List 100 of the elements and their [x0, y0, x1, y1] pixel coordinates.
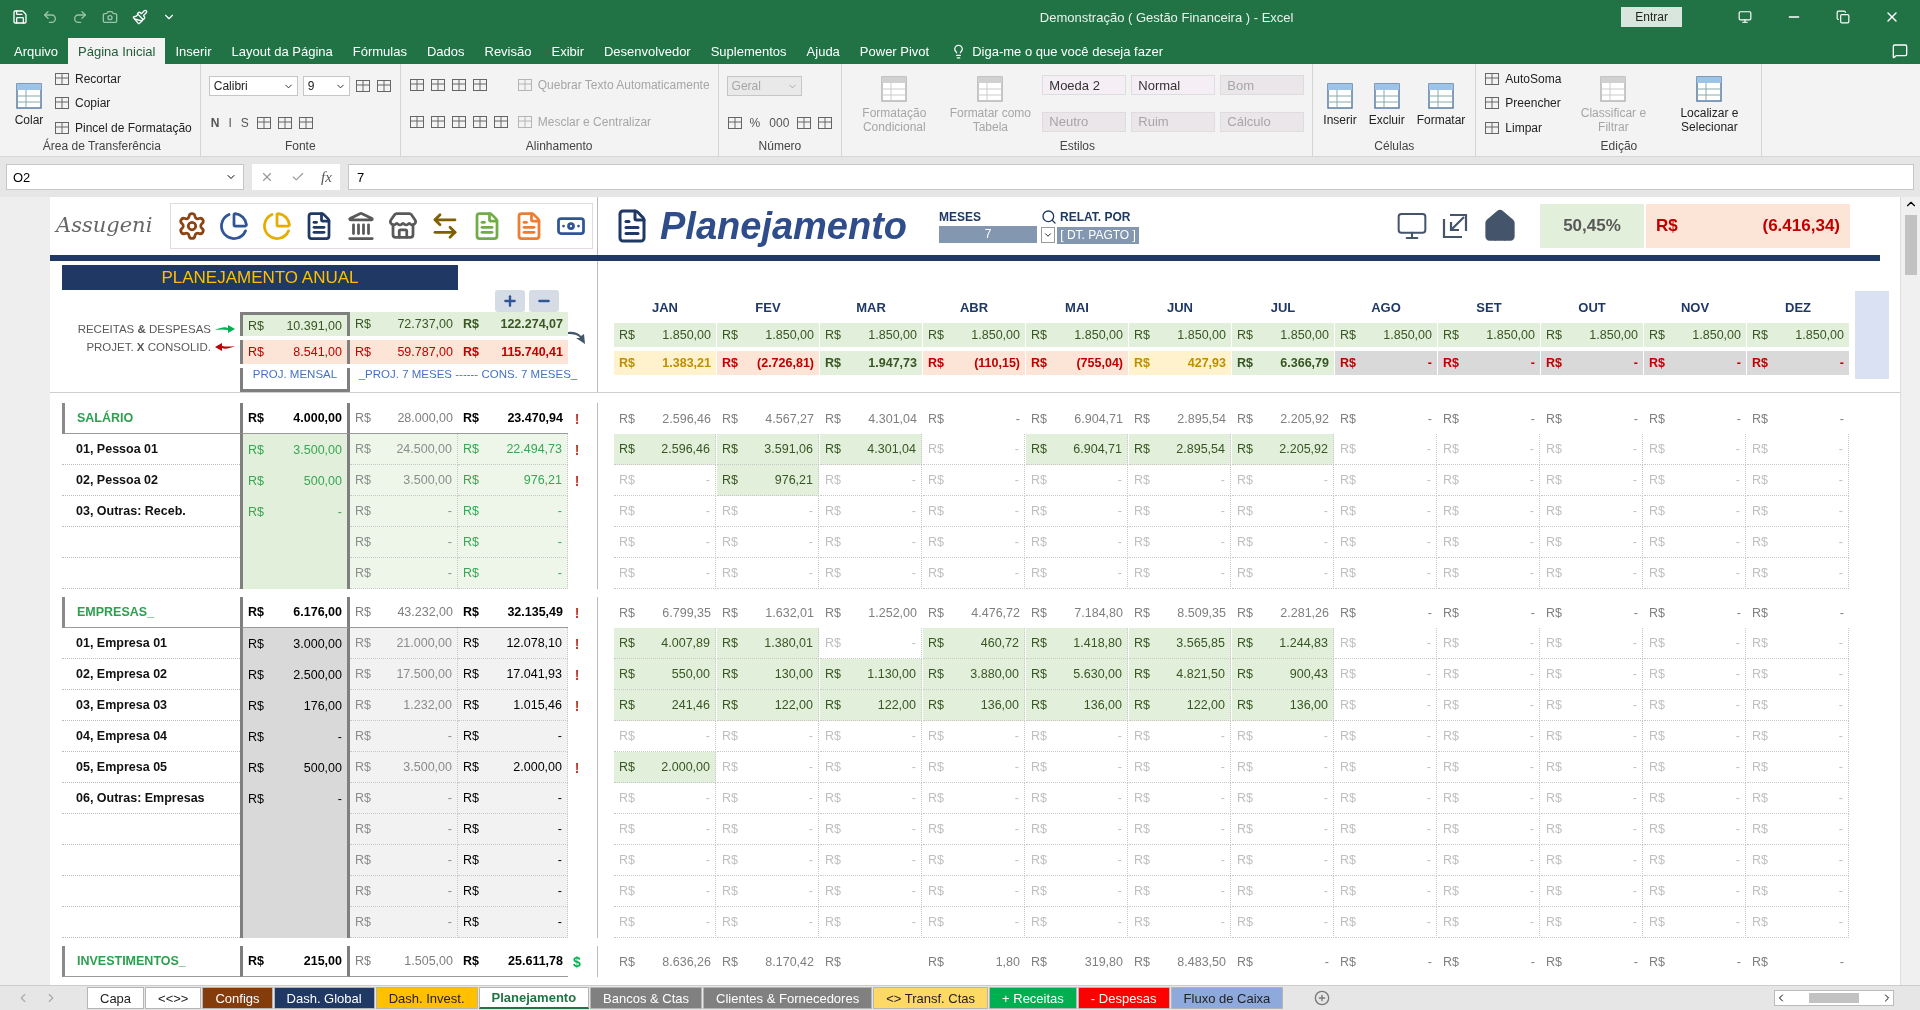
dropdown-button[interactable] [1041, 227, 1056, 243]
format-button[interactable]: N [208, 115, 222, 130]
table-cell: R$ 136,00 [1026, 690, 1128, 721]
dropdown-field[interactable]: 9 [302, 76, 350, 97]
ribbon-button[interactable]: Recortar [54, 71, 121, 88]
format-button[interactable]: % [747, 115, 763, 130]
ribbon-button[interactable]: Formatar [1414, 80, 1468, 127]
table-cell: R$ - [923, 721, 1025, 752]
format-button[interactable]: I [226, 115, 234, 130]
sheet-tab[interactable]: Bancos & Ctas [590, 987, 703, 1009]
formula-field[interactable]: 7 [348, 164, 1914, 190]
ribbon-tab[interactable]: Arquivo [4, 38, 69, 64]
table-cell: R$ - [1747, 527, 1849, 558]
ribbon-tab[interactable]: Dados [416, 38, 475, 64]
table-cell: R$ - [1335, 465, 1437, 496]
grid-icon[interactable] [429, 77, 446, 94]
sheet-tab[interactable]: <> Transf. Ctas [873, 987, 989, 1009]
grid-icon[interactable] [492, 113, 509, 130]
pie-chart-icon[interactable] [219, 211, 250, 241]
ribbon-tab[interactable]: Revisão [474, 38, 542, 64]
grid-icon[interactable] [726, 114, 743, 131]
sheet-tab[interactable]: Dash. Invest. [375, 987, 478, 1009]
sheet-tab[interactable]: <<>> [145, 987, 202, 1009]
add-button[interactable] [495, 290, 525, 312]
bank-icon[interactable] [345, 211, 376, 241]
grid-icon[interactable] [471, 77, 488, 94]
redo-icon[interactable] [72, 9, 88, 25]
ribbon-display-icon[interactable] [1738, 10, 1752, 24]
import-icon[interactable] [1440, 211, 1470, 241]
table-cell: R$ - [1335, 628, 1437, 659]
grid-icon[interactable] [450, 113, 467, 130]
sheet-tab[interactable]: - Despesas [1077, 987, 1170, 1009]
brush-icon[interactable] [132, 9, 148, 25]
grid-icon[interactable] [354, 78, 371, 95]
ribbon-tab[interactable]: Fórmulas [342, 38, 417, 64]
table-cell: R$ - [820, 907, 922, 938]
sheet-tab[interactable]: Fluxo de Caixa [1170, 987, 1284, 1009]
monitor-icon[interactable] [1396, 210, 1428, 242]
table-cell: R$ - [1438, 845, 1540, 876]
table-cell: R$ - [1335, 558, 1437, 589]
ribbon-button[interactable]: Inserir [1321, 80, 1359, 127]
ribbon-tab[interactable]: Página Inicial [68, 38, 166, 64]
table-cell: R$ - [1232, 907, 1334, 938]
table-cell: R$ - [1026, 752, 1128, 783]
grid-icon[interactable] [408, 77, 425, 94]
search-prompt[interactable]: Diga-me o que você deseja fazer [972, 43, 1163, 59]
dropdown-field[interactable]: Calibri [208, 76, 298, 97]
ribbon-tab[interactable]: Exibir [541, 38, 594, 64]
ribbon-button[interactable]: Limpar [1484, 119, 1543, 136]
restore-icon[interactable] [1836, 10, 1850, 24]
scroll-thumb[interactable] [1904, 215, 1917, 275]
ribbon-tab[interactable]: Inserir [165, 38, 222, 64]
add-sheet-icon[interactable] [1314, 990, 1331, 1006]
ribbon-button[interactable]: AutoSoma [1484, 71, 1562, 88]
grid-icon[interactable] [375, 78, 392, 95]
save-icon[interactable] [12, 9, 28, 25]
column-caption: _PROJ. 7 MESES ------ CONS. 7 MESES_ [357, 368, 579, 382]
remove-button[interactable] [529, 290, 559, 312]
ribbon-button[interactable]: Colar [12, 80, 46, 127]
sheet-tab[interactable]: Planejamento [478, 987, 590, 1009]
ribbon-button[interactable]: Pincel de Formatação [54, 119, 192, 136]
horizontal-scrollbar[interactable] [1774, 990, 1894, 1006]
ribbon-tab[interactable]: Power Pivot [849, 38, 940, 64]
store-icon[interactable] [387, 211, 418, 241]
scrollbar[interactable] [1900, 197, 1920, 985]
cell-style[interactable]: Moeda 2 [1042, 75, 1127, 96]
ribbon-button[interactable]: Preencher [1484, 95, 1561, 112]
sign-in-button[interactable]: Entrar [1621, 7, 1682, 27]
ribbon-button[interactable]: Copiar [54, 95, 111, 112]
sheet-tab[interactable]: Capa [87, 987, 145, 1009]
format-button[interactable]: S [238, 115, 251, 130]
comment-icon[interactable] [1892, 43, 1908, 59]
home-icon[interactable] [1482, 208, 1518, 244]
grid-icon[interactable] [408, 113, 425, 130]
grid-icon[interactable] [471, 113, 488, 130]
name-box[interactable]: O2 [6, 164, 244, 190]
ribbon-tab[interactable]: Ajuda [796, 38, 850, 64]
format-button[interactable]: 000 [767, 115, 792, 130]
cell-style[interactable]: Normal [1131, 75, 1216, 96]
grid-icon[interactable] [255, 114, 272, 131]
grid-icon[interactable] [276, 114, 293, 131]
sheet-tab[interactable]: Dash. Global [273, 987, 375, 1009]
check-icon[interactable] [290, 170, 305, 184]
sheet-tab[interactable]: Configs [202, 987, 273, 1009]
function-button[interactable]: fx [320, 168, 332, 186]
scroll-thumb[interactable] [1809, 993, 1859, 1003]
grid-icon[interactable] [796, 114, 813, 131]
ribbon-tab[interactable]: Desenvolvedor [594, 38, 701, 64]
grid-icon[interactable] [429, 113, 446, 130]
ribbon-button[interactable]: Excluir [1366, 80, 1407, 127]
camera-icon[interactable] [102, 9, 118, 25]
ribbon-button[interactable]: Localizar e Selecionar [1665, 73, 1754, 134]
ribbon-tab[interactable]: Suplementos [700, 38, 797, 64]
undo-icon[interactable] [42, 9, 58, 25]
ribbon-tab[interactable]: Layout da Página [221, 38, 343, 64]
sheet-tab[interactable]: Clientes & Fornecedores [703, 987, 873, 1009]
gears-icon[interactable] [177, 211, 208, 241]
grid-icon[interactable] [817, 114, 834, 131]
grid-icon[interactable] [450, 77, 467, 94]
grid-icon[interactable] [297, 114, 314, 131]
